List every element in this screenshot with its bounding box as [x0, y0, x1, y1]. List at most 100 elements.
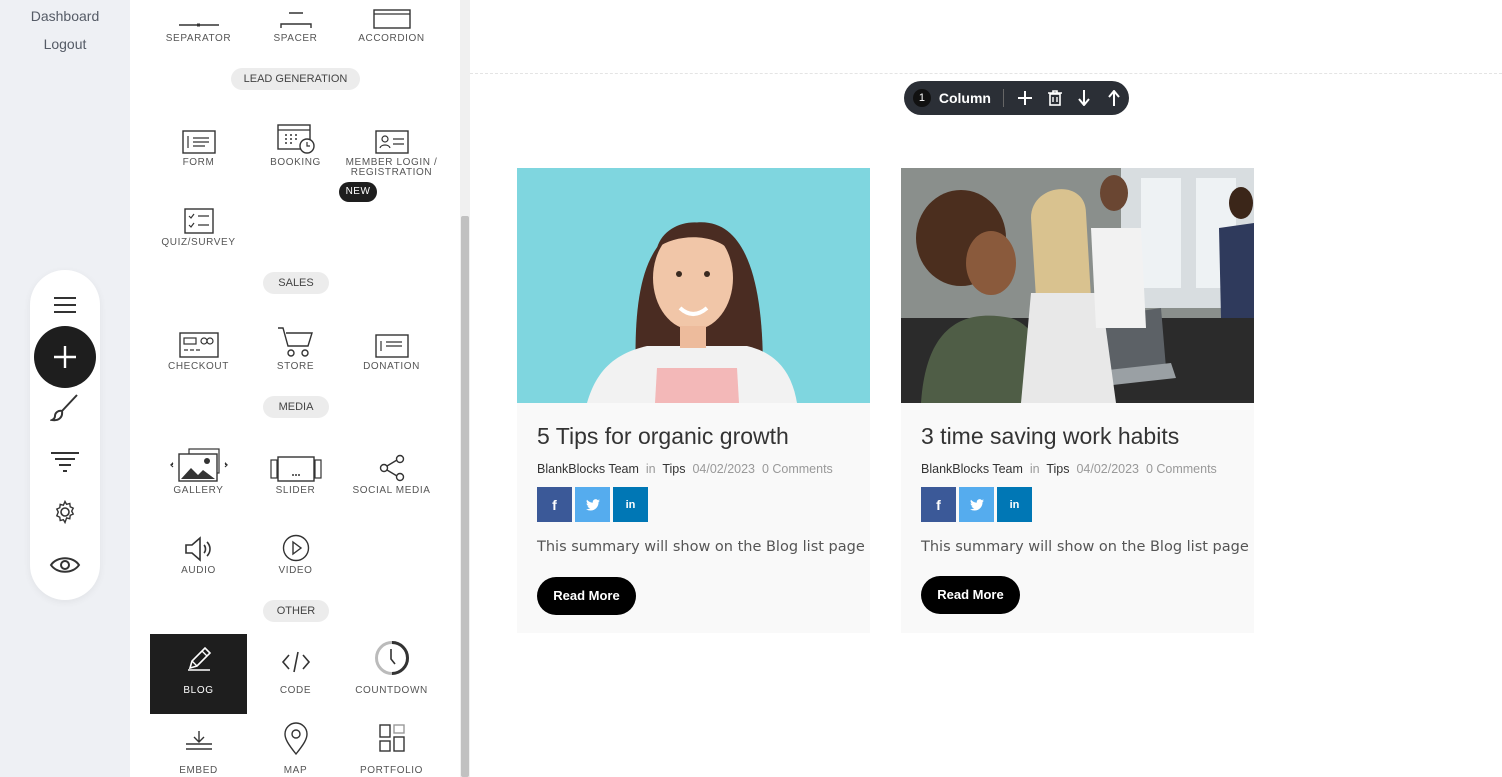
twitter-share-button[interactable]: [959, 487, 994, 522]
element-gallery[interactable]: GALLERY: [150, 442, 247, 522]
post-date: 04/02/2023: [692, 462, 755, 476]
embed-icon: [150, 726, 247, 750]
element-embed[interactable]: EMBED: [150, 726, 247, 777]
element-portfolio[interactable]: PORTFOLIO: [343, 722, 440, 777]
post-author[interactable]: BlankBlocks Team: [921, 462, 1023, 476]
add-element-button[interactable]: [34, 326, 96, 388]
element-spacer[interactable]: SPACER: [247, 0, 344, 70]
section-other: OTHER: [263, 600, 329, 622]
filter-button[interactable]: [30, 440, 100, 484]
element-blog[interactable]: BLOG: [150, 634, 247, 714]
post-category[interactable]: Tips: [662, 462, 685, 476]
cart-icon: [247, 318, 344, 358]
donation-icon: [343, 318, 440, 358]
post-meta: BlankBlocks Team in Tips 04/02/2023 0 Co…: [537, 462, 833, 476]
new-badge: NEW: [339, 182, 377, 202]
play-icon: [247, 522, 344, 562]
accordion-icon: [343, 0, 440, 30]
brush-icon: [50, 394, 78, 422]
element-form[interactable]: FORM: [150, 114, 247, 194]
facebook-share-button[interactable]: f: [537, 487, 572, 522]
element-accordion[interactable]: ACCORDION: [343, 0, 440, 70]
eye-icon: [49, 557, 81, 573]
logout-link[interactable]: Logout: [0, 36, 130, 52]
facebook-icon: f: [936, 496, 941, 513]
linkedin-share-button[interactable]: in: [613, 487, 648, 522]
section-media: MEDIA: [263, 396, 329, 418]
move-down-button[interactable]: [1069, 81, 1099, 115]
toolbar-divider: [1002, 89, 1004, 107]
page-canvas: 1 Column 5 Tips for organic growth Blank…: [470, 0, 1502, 777]
gear-icon: [55, 500, 75, 524]
trash-icon: [1047, 90, 1062, 106]
column-label: Column: [938, 90, 991, 106]
element-countdown[interactable]: COUNTDOWN: [343, 641, 440, 722]
element-donation[interactable]: DONATION: [343, 318, 440, 398]
element-video[interactable]: VIDEO: [247, 522, 344, 602]
post-comments[interactable]: 0 Comments: [1146, 462, 1217, 476]
menu-button[interactable]: [30, 283, 100, 327]
delete-column-button[interactable]: [1040, 81, 1070, 115]
left-nav: Dashboard Logout: [0, 0, 130, 777]
post-summary: This summary will show on the Blog list …: [537, 539, 865, 555]
dashboard-link[interactable]: Dashboard: [0, 8, 130, 24]
panel-scrollbar-thumb[interactable]: [461, 216, 469, 777]
pencil-icon: [150, 634, 247, 672]
settings-button[interactable]: [30, 490, 100, 534]
twitter-share-button[interactable]: [575, 487, 610, 522]
read-more-button[interactable]: Read More: [537, 577, 636, 615]
post-meta-in: in: [645, 462, 656, 476]
post-meta-in: in: [1029, 462, 1040, 476]
add-column-button[interactable]: [1010, 81, 1040, 115]
spacer-icon: [247, 0, 344, 30]
element-social-media[interactable]: SOCIAL MEDIA: [343, 442, 440, 522]
facebook-share-button[interactable]: f: [921, 487, 956, 522]
post-image[interactable]: [901, 168, 1254, 403]
move-up-button[interactable]: [1099, 81, 1129, 115]
twitter-icon: [585, 498, 600, 511]
menu-icon: [54, 297, 76, 313]
post-comments[interactable]: 0 Comments: [762, 462, 833, 476]
element-store[interactable]: STORE: [247, 318, 344, 398]
column-number: 1: [913, 89, 931, 107]
element-map[interactable]: MAP: [247, 722, 344, 777]
speaker-icon: [150, 522, 247, 562]
element-audio[interactable]: AUDIO: [150, 522, 247, 602]
linkedin-share-button[interactable]: in: [997, 487, 1032, 522]
read-more-button[interactable]: Read More: [921, 576, 1020, 614]
element-quiz-survey[interactable]: QUIZ/SURVEY: [150, 194, 247, 274]
arrow-up-icon: [1108, 90, 1120, 106]
section-sales: SALES: [263, 272, 329, 294]
post-title[interactable]: 5 Tips for organic growth: [537, 423, 789, 450]
quiz-survey-icon: [150, 194, 247, 234]
plus-icon: [1017, 91, 1032, 105]
post-meta: BlankBlocks Team in Tips 04/02/2023 0 Co…: [921, 462, 1217, 476]
post-date: 04/02/2023: [1076, 462, 1139, 476]
element-separator[interactable]: SEPARATOR: [150, 0, 247, 70]
element-code[interactable]: CODE: [247, 646, 344, 726]
element-booking[interactable]: BOOKING: [247, 114, 344, 194]
member-login-icon: [343, 114, 440, 154]
builder-toolbar: [30, 270, 100, 600]
post-image[interactable]: [517, 168, 870, 403]
post-author[interactable]: BlankBlocks Team: [537, 462, 639, 476]
elements-panel: SEPARATOR SPACER ACCORDION LEAD GENERATI…: [130, 0, 470, 777]
separator-icon: [150, 0, 247, 30]
post-summary: This summary will show on the Blog list …: [921, 539, 1249, 555]
countdown-icon: [343, 641, 440, 676]
booking-icon: [247, 114, 344, 154]
element-checkout[interactable]: CHECKOUT: [150, 318, 247, 398]
column-toolbar: 1 Column: [904, 81, 1129, 115]
preview-button[interactable]: [30, 543, 100, 587]
share-icon: [343, 442, 440, 482]
form-icon: [150, 114, 247, 154]
filter-icon: [51, 452, 79, 472]
facebook-icon: f: [552, 496, 557, 513]
blog-card: 5 Tips for organic growth BlankBlocks Te…: [517, 168, 870, 633]
element-slider[interactable]: SLIDER: [247, 442, 344, 522]
post-title[interactable]: 3 time saving work habits: [921, 423, 1179, 450]
map-pin-icon: [247, 722, 344, 756]
design-button[interactable]: [30, 385, 100, 429]
post-category[interactable]: Tips: [1046, 462, 1069, 476]
plus-icon: [54, 346, 76, 368]
